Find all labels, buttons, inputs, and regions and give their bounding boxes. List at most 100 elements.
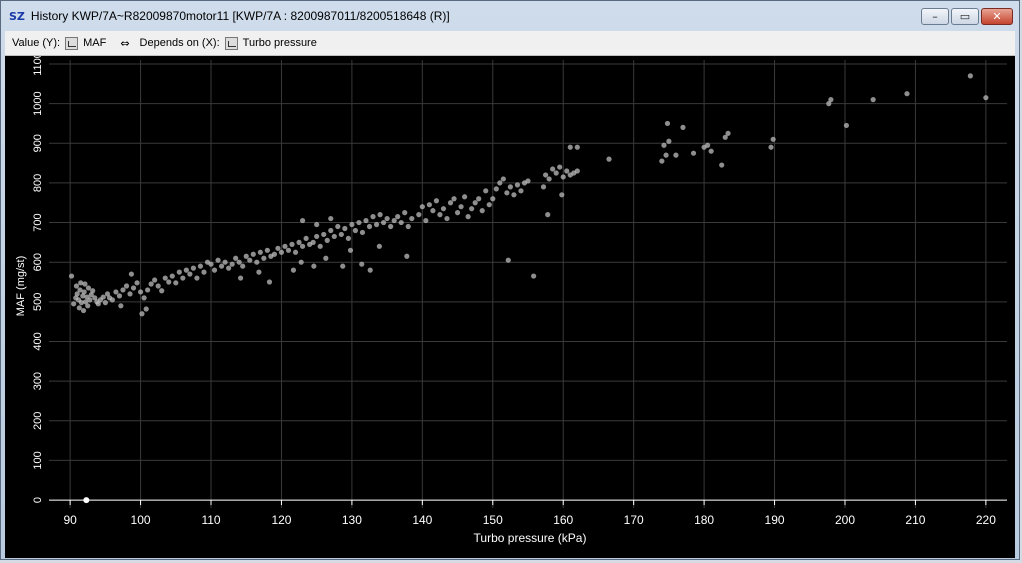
data-point <box>314 221 320 228</box>
data-point <box>102 300 108 306</box>
data-point <box>139 311 145 317</box>
value-y-parameter[interactable]: MAF <box>83 37 106 49</box>
data-point <box>546 176 552 182</box>
data-point <box>486 202 492 208</box>
data-point <box>180 275 186 281</box>
data-point <box>226 265 232 271</box>
data-point <box>426 202 432 208</box>
scatter-chart[interactable]: 90 100 110 120 130 140 150 160 170 180 190 200 210 22… <box>5 52 1015 558</box>
data-point <box>85 303 91 309</box>
close-button[interactable]: ✕ <box>981 8 1013 25</box>
x-tick-label: 140 <box>412 513 432 527</box>
data-point <box>275 245 281 251</box>
data-point <box>367 267 373 273</box>
y-tick-label: 500 <box>32 293 44 311</box>
data-point <box>405 223 411 230</box>
data-point <box>155 283 161 289</box>
data-point <box>169 273 175 279</box>
data-point <box>166 279 172 285</box>
data-point <box>342 225 348 232</box>
minimize-button[interactable]: – <box>921 8 949 25</box>
data-point <box>469 206 475 212</box>
data-point <box>211 267 218 273</box>
data-point <box>768 144 774 150</box>
x-tick-label: 100 <box>131 513 151 527</box>
data-point <box>564 168 570 174</box>
data-point <box>173 280 179 286</box>
data-point <box>324 237 330 243</box>
data-point <box>458 204 464 210</box>
y-tick-label: 1100 <box>32 56 44 76</box>
data-point <box>451 196 457 202</box>
data-point <box>243 253 249 259</box>
parameter-select-icon[interactable] <box>224 36 238 50</box>
data-point <box>271 251 278 257</box>
data-point <box>574 144 580 150</box>
swap-axes-icon[interactable]: ⇔ <box>120 37 129 50</box>
data-point <box>705 142 711 148</box>
y-axis-title: MAF (mg/st) <box>15 256 27 317</box>
y-tick-label: 1000 <box>32 91 44 115</box>
data-point <box>423 217 429 224</box>
data-point <box>71 301 77 307</box>
data-point <box>256 269 262 275</box>
data-point <box>444 215 450 222</box>
data-point <box>201 269 207 275</box>
data-point <box>402 210 408 216</box>
data-point <box>376 243 382 249</box>
data-point <box>143 306 149 312</box>
data-point <box>123 283 130 289</box>
y-tick-label: 100 <box>32 451 44 469</box>
y-tick-label: 0 <box>32 497 44 503</box>
depends-on-x-parameter[interactable]: Turbo pressure <box>243 37 317 49</box>
data-point <box>557 164 563 170</box>
data-point <box>100 294 106 300</box>
data-point <box>299 243 306 249</box>
data-point <box>606 156 612 162</box>
data-point <box>118 303 124 309</box>
data-point <box>967 73 973 79</box>
data-point <box>574 168 580 174</box>
data-point <box>81 289 87 295</box>
y-tick-label: 800 <box>32 174 44 192</box>
data-point <box>472 200 478 206</box>
data-point <box>870 97 876 103</box>
parameter-select-icon[interactable] <box>65 36 79 50</box>
data-point <box>377 212 383 218</box>
x-tick-label: 180 <box>694 513 714 527</box>
data-point <box>229 261 235 267</box>
data-point <box>504 190 510 196</box>
data-point <box>73 283 80 289</box>
data-point <box>264 247 270 253</box>
history-window: SZ History KWP/7A~R82009870motor11 [KWP/… <box>0 0 1020 560</box>
y-tick-label: 400 <box>32 332 44 350</box>
data-point <box>352 227 359 234</box>
scatter-plot-area[interactable]: 90 100 110 120 130 140 150 160 170 180 190 200 210 22… <box>5 52 1015 558</box>
data-point <box>236 259 242 265</box>
data-point <box>550 166 556 172</box>
data-point <box>359 229 366 236</box>
depends-on-x-label: Depends on (X): <box>139 37 220 49</box>
data-point <box>87 297 93 303</box>
data-point <box>416 212 422 218</box>
data-point <box>690 150 697 156</box>
data-point <box>370 214 376 220</box>
data-point <box>289 241 295 247</box>
y-tick-label: 700 <box>32 213 44 231</box>
data-point <box>505 257 511 263</box>
data-point <box>323 255 329 261</box>
data-point <box>137 289 144 295</box>
data-point <box>391 217 397 224</box>
data-point <box>282 243 288 249</box>
data-point <box>349 221 355 228</box>
data-point <box>292 249 299 255</box>
title-bar[interactable]: SZ History KWP/7A~R82009870motor11 [KWP/… <box>1 1 1019 31</box>
data-point <box>233 255 239 261</box>
y-tick-label: 600 <box>32 253 44 271</box>
x-tick-label: 120 <box>271 513 291 527</box>
maximize-button[interactable]: ▭ <box>951 8 979 25</box>
data-point <box>266 279 273 285</box>
data-point <box>290 267 297 273</box>
data-point <box>314 233 320 240</box>
data-point <box>404 253 410 259</box>
